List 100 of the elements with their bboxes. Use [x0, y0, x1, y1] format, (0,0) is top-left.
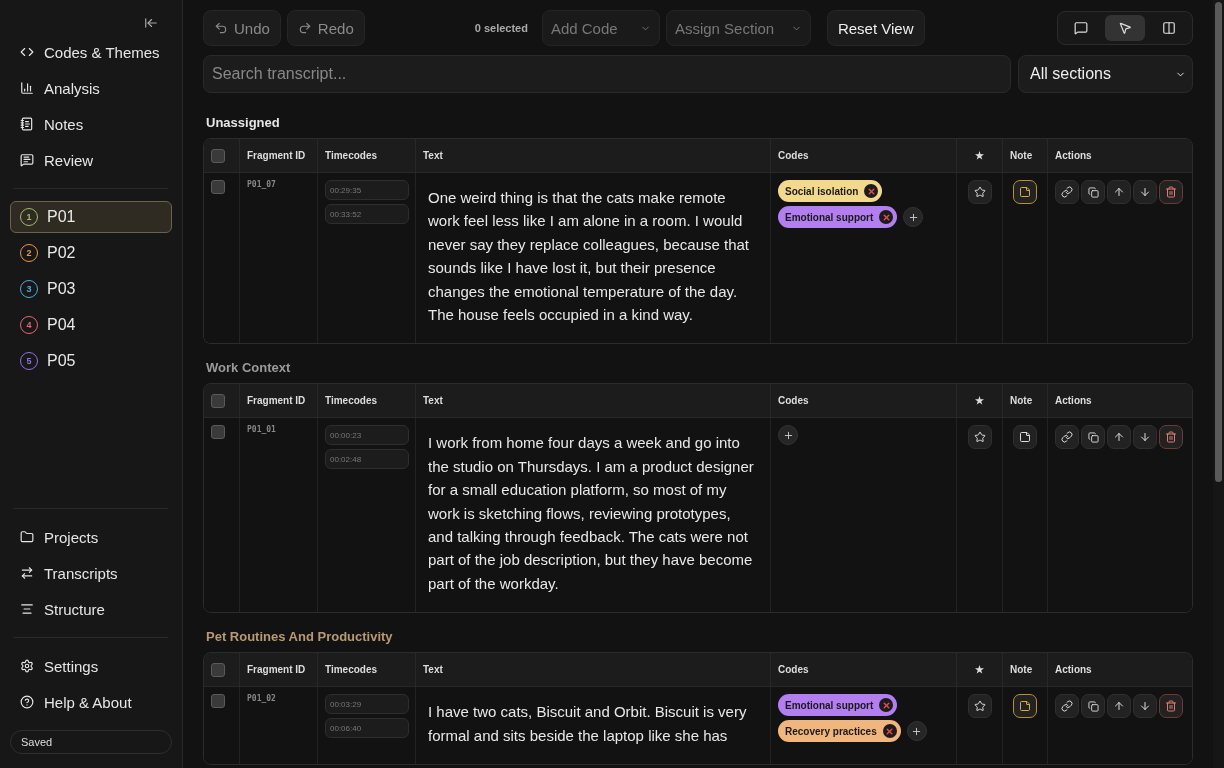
column-header: Timecodes — [318, 139, 416, 173]
remove-button[interactable] — [879, 210, 894, 224]
columns-icon — [1162, 21, 1176, 35]
link-button[interactable] — [1055, 694, 1079, 719]
arrow-up-icon — [1113, 700, 1125, 713]
settings-icon — [20, 659, 34, 673]
close-icon — [881, 212, 891, 222]
select-all-checkbox[interactable] — [211, 393, 225, 408]
redo-button[interactable]: Redo — [286, 10, 365, 46]
code-tag: Emotional support — [778, 206, 898, 228]
add-code-button[interactable] — [906, 721, 927, 742]
move-down-button[interactable] — [1133, 694, 1157, 719]
remove-button[interactable] — [879, 698, 894, 713]
section-title: Unassigned — [206, 115, 281, 130]
column-header: Codes — [771, 384, 957, 419]
assign-section-dropdown[interactable]: Assign Section — [665, 10, 811, 46]
transcript-text: One weird thing is that the cats make remote work feel less like I am alone in a room. I would never say they replace colleagues, because that sounds like I have lost it, but their presence changes the emotional temperature of the day. The house feels occupied in a kind way. — [428, 188, 751, 326]
participant-item[interactable]: 4 P04 — [10, 309, 172, 341]
move-down-button[interactable] — [1133, 425, 1157, 450]
notebook-icon — [20, 117, 34, 131]
end-timecode[interactable]: 00:02:48 — [325, 449, 409, 470]
code-icon — [20, 45, 34, 59]
nav-item[interactable]: Projects — [10, 519, 172, 555]
add-code-dropdown[interactable]: Add Code — [541, 10, 660, 46]
code-tag: Recovery practices — [778, 720, 901, 743]
note-button[interactable] — [1013, 694, 1037, 719]
copy-button[interactable] — [1081, 180, 1105, 204]
copy-button[interactable] — [1081, 425, 1105, 450]
undo-button[interactable]: Undo — [203, 10, 281, 46]
nav-item[interactable]: Codes & Themes — [10, 34, 172, 70]
move-up-button[interactable] — [1107, 694, 1131, 719]
message-icon — [20, 153, 34, 167]
star-button[interactable] — [967, 425, 992, 450]
star-button[interactable] — [967, 180, 992, 204]
column-header: Actions — [1048, 384, 1192, 419]
remove-button[interactable] — [882, 724, 897, 739]
note-icon — [1019, 700, 1031, 713]
star-button[interactable] — [967, 694, 992, 719]
delete-button[interactable] — [1159, 694, 1183, 719]
search-field[interactable]: Search transcript... — [203, 55, 1011, 93]
nav-item[interactable]: Structure — [10, 591, 172, 627]
nav-item[interactable]: Settings — [10, 648, 172, 684]
bar-chart-icon — [20, 81, 34, 95]
delete-button[interactable] — [1159, 180, 1183, 204]
add-code-button[interactable] — [778, 425, 798, 446]
close-icon — [881, 700, 891, 710]
end-timecode[interactable]: 00:06:40 — [325, 718, 409, 739]
column-header: Text — [416, 139, 771, 173]
plus-icon — [782, 429, 794, 441]
collapse-sidebar-button[interactable] — [144, 16, 158, 30]
start-timecode[interactable]: 00:29:35 — [325, 180, 409, 200]
copy-icon — [1087, 431, 1099, 443]
plus-icon — [911, 725, 923, 737]
column-header: ★ — [957, 653, 1003, 688]
nav-item[interactable]: Analysis — [10, 70, 172, 106]
pointer-icon — [1118, 21, 1132, 35]
row-checkbox[interactable] — [211, 694, 225, 709]
move-down-button[interactable] — [1133, 180, 1157, 204]
fragment-id: P01_02 — [247, 694, 276, 704]
arrow-down-icon — [1139, 186, 1151, 198]
lines-icon — [20, 602, 34, 616]
add-code-button[interactable] — [903, 207, 924, 227]
move-up-button[interactable] — [1107, 180, 1131, 204]
end-timecode[interactable]: 00:33:52 — [325, 204, 409, 224]
code-tag: Social isolation — [778, 180, 883, 202]
nav-item[interactable]: Help & About — [10, 684, 172, 720]
view-mode-button[interactable] — [1105, 15, 1145, 41]
link-icon — [1061, 186, 1073, 198]
select-all-checkbox[interactable] — [211, 662, 225, 677]
column-header: ★ — [957, 139, 1003, 173]
trash-icon — [1165, 186, 1177, 198]
note-button[interactable] — [1013, 425, 1037, 450]
move-up-button[interactable] — [1107, 425, 1131, 450]
link-button[interactable] — [1055, 180, 1079, 204]
link-button[interactable] — [1055, 425, 1079, 450]
delete-button[interactable] — [1159, 425, 1183, 450]
row-checkbox[interactable] — [211, 425, 225, 440]
nav-item[interactable]: Review — [10, 142, 172, 178]
note-button[interactable] — [1013, 180, 1037, 204]
row-checkbox[interactable] — [211, 180, 225, 194]
comment-icon — [1074, 21, 1088, 35]
redo-icon — [297, 21, 312, 35]
section-title: Work Context — [206, 360, 292, 376]
section-select[interactable]: All sections — [1018, 55, 1193, 93]
arrow-down-icon — [1139, 700, 1151, 713]
column-header: Codes — [771, 653, 957, 688]
participant-item[interactable]: 2 P02 — [10, 237, 172, 269]
nav-item[interactable]: Notes — [10, 106, 172, 142]
participant-item[interactable]: 1 P01 — [10, 201, 172, 233]
select-all-checkbox[interactable] — [211, 148, 225, 163]
nav-item[interactable]: Transcripts — [10, 555, 172, 591]
reset-view-button[interactable]: Reset View — [826, 10, 925, 46]
participant-item[interactable]: 3 P03 — [10, 273, 172, 305]
remove-button[interactable] — [864, 184, 879, 198]
scrollbar[interactable] — [1213, 0, 1224, 768]
start-timecode[interactable]: 00:00:23 — [325, 425, 409, 446]
participant-item[interactable]: 5 P05 — [10, 345, 172, 377]
start-timecode[interactable]: 00:03:29 — [325, 694, 409, 715]
column-header: Timecodes — [318, 653, 416, 688]
copy-button[interactable] — [1081, 694, 1105, 719]
